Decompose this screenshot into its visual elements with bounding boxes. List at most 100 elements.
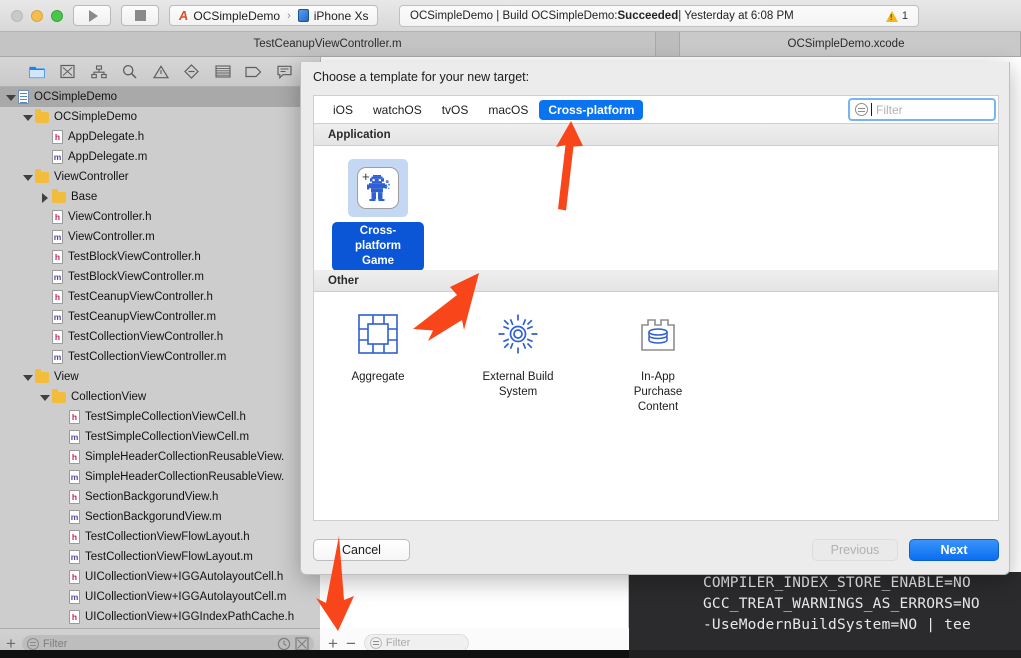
- sheet-title: Choose a template for your new target:: [313, 70, 530, 84]
- template-label: External Build System: [482, 371, 554, 398]
- tree-row[interactable]: h UICollectionView+IGGAutolayoutCell.h: [0, 567, 320, 587]
- warning-count: 1: [901, 10, 908, 22]
- warning-triangle-icon[interactable]: [152, 63, 169, 80]
- tree-row[interactable]: h TestCollectionViewController.h: [0, 327, 320, 347]
- tree-row[interactable]: OCSimpleDemo: [0, 87, 320, 107]
- minimize-window-button[interactable]: [31, 9, 43, 22]
- implementation-file-icon: m: [52, 230, 63, 244]
- symbol-hierarchy-icon[interactable]: [90, 63, 107, 80]
- template-filter-field[interactable]: Filter: [848, 98, 996, 121]
- cancel-button[interactable]: Cancel: [313, 539, 410, 561]
- tree-row-label: UICollectionView+IGGAutolayoutCell.h: [85, 571, 284, 583]
- tree-row[interactable]: m UICollectionView+IGGAutolayoutCell.m: [0, 587, 320, 607]
- header-file-icon: h: [69, 610, 80, 624]
- template-label: Cross-platform Game: [332, 222, 424, 271]
- tree-row[interactable]: m AppDelegate.m: [0, 147, 320, 167]
- navigator-selector-bar: [0, 57, 320, 87]
- tree-row[interactable]: ViewController: [0, 167, 320, 187]
- tree-row[interactable]: Base: [0, 187, 320, 207]
- implementation-file-icon: m: [52, 350, 63, 364]
- tree-row[interactable]: h SimpleHeaderCollectionReusableView.: [0, 447, 320, 467]
- header-file-icon: h: [52, 130, 63, 144]
- platform-tab-macos[interactable]: macOS: [479, 100, 537, 120]
- add-target-button[interactable]: +: [328, 635, 338, 652]
- platform-tab-cross-platform[interactable]: Cross-platform: [539, 99, 644, 120]
- disclosure-triangle-icon[interactable]: [23, 113, 33, 122]
- other-template-area: Aggregate External Build System In-App P…: [313, 292, 999, 521]
- run-button[interactable]: [73, 5, 111, 26]
- sourcecontrol-icon[interactable]: [295, 636, 309, 651]
- tree-row[interactable]: m TestSimpleCollectionViewCell.m: [0, 427, 320, 447]
- tree-row[interactable]: h TestCeanupViewController.h: [0, 287, 320, 307]
- template-aggregate[interactable]: Aggregate: [332, 305, 424, 417]
- tree-row[interactable]: h TestSimpleCollectionViewCell.h: [0, 407, 320, 427]
- tree-row[interactable]: h AppDelegate.h: [0, 127, 320, 147]
- report-bubble-icon[interactable]: [276, 63, 293, 80]
- template-label: Aggregate: [351, 371, 405, 383]
- tree-row[interactable]: h ViewController.h: [0, 207, 320, 227]
- tree-row-label: Base: [71, 191, 98, 203]
- activity-status-bar[interactable]: OCSimpleDemo | Build OCSimpleDemo: Succe…: [399, 5, 919, 27]
- implementation-file-icon: m: [69, 590, 80, 604]
- tree-row-label: OCSimpleDemo: [54, 111, 138, 123]
- tree-row[interactable]: h SectionBackgorundView.h: [0, 487, 320, 507]
- disclosure-triangle-icon[interactable]: [23, 173, 33, 182]
- tree-row[interactable]: m TestCeanupViewController.m: [0, 307, 320, 327]
- disclosure-triangle-icon[interactable]: [40, 393, 50, 402]
- clock-icon[interactable]: [277, 637, 291, 651]
- source-control-icon[interactable]: [59, 63, 76, 80]
- tree-row[interactable]: m ViewController.m: [0, 227, 320, 247]
- header-file-icon: h: [69, 490, 80, 504]
- tree-row[interactable]: OCSimpleDemo: [0, 107, 320, 127]
- new-target-template-sheet: Choose a template for your new target: i…: [300, 62, 1010, 575]
- header-file-icon: h: [69, 530, 80, 544]
- tree-row[interactable]: m TestBlockViewController.m: [0, 267, 320, 287]
- template-external-build-system[interactable]: External Build System: [472, 305, 564, 417]
- zoom-window-button[interactable]: [51, 9, 63, 22]
- template-thumb: +: [348, 159, 408, 217]
- disclosure-triangle-icon[interactable]: [6, 93, 16, 102]
- project-navigator[interactable]: OCSimpleDemo OCSimpleDemo h AppDelegate.h m A…: [0, 87, 320, 628]
- tab-ocsimpledemo-xcodeproj[interactable]: OCSimpleDemo.xcode: [680, 32, 1021, 56]
- tree-row-label: AppDelegate.h: [68, 131, 145, 143]
- tab-testcleanupviewcontroller[interactable]: TestCeanupViewController.m: [0, 32, 656, 56]
- header-file-icon: h: [52, 210, 63, 224]
- platform-tab-ios[interactable]: iOS: [324, 100, 362, 120]
- search-icon[interactable]: [121, 63, 138, 80]
- template-in-app-purchase-content[interactable]: In-App Purchase Content: [612, 305, 704, 417]
- tree-row-label: TestCollectionViewFlowLayout.h: [85, 531, 250, 543]
- remove-target-button[interactable]: −: [346, 635, 356, 652]
- tree-row[interactable]: m SimpleHeaderCollectionReusableView.: [0, 467, 320, 487]
- tree-row-label: TestSimpleCollectionViewCell.m: [85, 431, 250, 443]
- warning-indicator[interactable]: 1: [885, 10, 908, 22]
- platform-tab-watchos[interactable]: watchOS: [364, 100, 431, 120]
- next-button[interactable]: Next: [909, 539, 999, 561]
- breakpoint-tag-icon[interactable]: [245, 63, 262, 80]
- disclosure-triangle-icon[interactable]: [40, 192, 49, 203]
- tree-row[interactable]: h UICollectionView+IGGIndexPathCache.h: [0, 607, 320, 627]
- template-cross-platform-game[interactable]: + Cross-platform Game: [332, 159, 424, 271]
- stop-button[interactable]: [121, 5, 159, 26]
- tree-row[interactable]: h TestBlockViewController.h: [0, 247, 320, 267]
- test-diamond-icon[interactable]: [183, 63, 200, 80]
- folder-icon[interactable]: [28, 63, 45, 80]
- console-output[interactable]: COMPILER_INDEX_STORE_ENABLE=NO GCC_TREAT_…: [629, 572, 1021, 650]
- tab-spacer: [656, 32, 680, 56]
- folder-icon: [35, 108, 49, 123]
- debug-list-icon[interactable]: [214, 63, 231, 80]
- disclosure-triangle-icon[interactable]: [23, 373, 33, 382]
- tree-row[interactable]: m TestCollectionViewController.m: [0, 347, 320, 367]
- tree-row[interactable]: View: [0, 367, 320, 387]
- header-file-icon: h: [52, 330, 63, 344]
- scheme-selector[interactable]: A OCSimpleDemo › iPhone Xs: [169, 5, 379, 26]
- tree-row[interactable]: h TestCollectionViewFlowLayout.h: [0, 527, 320, 547]
- tree-row[interactable]: CollectionView: [0, 387, 320, 407]
- tree-row[interactable]: m SectionBackgorundView.m: [0, 507, 320, 527]
- tab-label-right: OCSimpleDemo.xcode: [787, 38, 905, 50]
- tree-row[interactable]: m TestCollectionViewFlowLayout.m: [0, 547, 320, 567]
- filter-icon: [26, 637, 39, 650]
- platform-tab-tvos[interactable]: tvOS: [433, 100, 478, 120]
- close-window-button[interactable]: [11, 9, 23, 22]
